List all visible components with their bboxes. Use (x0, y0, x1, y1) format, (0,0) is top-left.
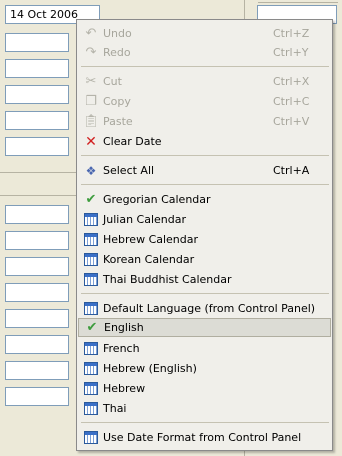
menu-item-use-date-format[interactable]: Use Date Format from Control Panel (78, 428, 331, 447)
text-field[interactable] (5, 361, 69, 380)
menu-item-label: Default Language (from Control Panel) (103, 302, 316, 315)
checkmark-icon: ✔ (85, 192, 97, 207)
menu-item-korean-calendar[interactable]: Korean Calendar (78, 250, 331, 269)
copy-icon: ❐ (85, 94, 97, 109)
menu-item-paste[interactable]: 📋︎ Paste Ctrl+V (78, 112, 331, 131)
menu-item-label: Korean Calendar (103, 253, 195, 266)
text-field[interactable] (5, 309, 69, 328)
menu-item-shortcut: Ctrl+C (273, 95, 310, 108)
calendar-icon (83, 361, 99, 377)
calendar-icon (83, 430, 99, 446)
undo-icon: ↶ (85, 26, 97, 41)
panel-divider (258, 2, 338, 3)
text-field[interactable] (5, 85, 69, 104)
calendar-icon (83, 301, 99, 317)
menu-item-cut[interactable]: ✂ Cut Ctrl+X (78, 72, 331, 91)
paste-icon: 📋︎ (82, 114, 100, 129)
context-menu: ↶ Undo Ctrl+Z ↷ Redo Ctrl+Y ✂ Cut Ctrl+X… (76, 19, 333, 451)
menu-item-hebrew-english[interactable]: Hebrew (English) (78, 359, 331, 378)
menu-item-label: English (104, 321, 144, 334)
select-all-icon: ❖ (85, 163, 97, 178)
text-field[interactable] (5, 205, 69, 224)
menu-item-french[interactable]: French (78, 339, 331, 358)
text-field[interactable] (5, 59, 69, 78)
menu-item-default-language[interactable]: Default Language (from Control Panel) (78, 299, 331, 318)
menu-item-julian-calendar[interactable]: Julian Calendar (78, 210, 331, 229)
group-divider (0, 172, 76, 173)
calendar-icon (83, 341, 99, 357)
menu-item-undo[interactable]: ↶ Undo Ctrl+Z (78, 24, 331, 43)
red-x-icon: ✕ (85, 133, 97, 150)
menu-item-label: Clear Date (103, 135, 162, 148)
menu-item-thai-buddhist-calendar[interactable]: Thai Buddhist Calendar (78, 270, 331, 289)
menu-item-label: Hebrew Calendar (103, 233, 199, 246)
scissors-icon: ✂ (85, 74, 97, 89)
menu-item-gregorian-calendar[interactable]: ✔ Gregorian Calendar (78, 190, 331, 209)
menu-item-thai[interactable]: Thai (78, 399, 331, 418)
menu-item-label: Select All (103, 164, 155, 177)
menu-item-english[interactable]: ✔ English (78, 318, 331, 337)
menu-item-label: Julian Calendar (103, 213, 186, 226)
menu-item-label: Cut (103, 75, 122, 88)
calendar-icon (83, 212, 99, 228)
text-field[interactable] (5, 335, 69, 354)
group-divider (0, 195, 76, 196)
text-field[interactable] (5, 33, 69, 52)
checkmark-icon: ✔ (86, 320, 98, 335)
menu-separator (81, 66, 329, 67)
menu-item-clear-date[interactable]: ✕ Clear Date (78, 132, 331, 151)
menu-item-hebrew-calendar[interactable]: Hebrew Calendar (78, 230, 331, 249)
text-field[interactable] (5, 111, 69, 130)
redo-icon: ↷ (85, 45, 97, 60)
menu-item-copy[interactable]: ❐ Copy Ctrl+C (78, 92, 331, 111)
menu-item-label: Thai Buddhist Calendar (103, 273, 232, 286)
menu-item-shortcut: Ctrl+Z (273, 27, 310, 40)
menu-item-label: Undo (103, 27, 132, 40)
menu-item-label: Redo (103, 46, 131, 59)
menu-item-label: Thai (103, 402, 127, 415)
menu-separator (81, 184, 329, 185)
menu-separator (81, 293, 329, 294)
menu-item-label: Paste (103, 115, 133, 128)
menu-item-label: Use Date Format from Control Panel (103, 431, 302, 444)
text-field[interactable] (5, 283, 69, 302)
menu-item-shortcut: Ctrl+X (273, 75, 310, 88)
calendar-icon (83, 232, 99, 248)
menu-item-label: Hebrew (English) (103, 362, 197, 375)
text-field[interactable] (5, 257, 69, 276)
menu-item-label: Hebrew (103, 382, 146, 395)
menu-item-redo[interactable]: ↷ Redo Ctrl+Y (78, 43, 331, 62)
menu-item-shortcut: Ctrl+V (273, 115, 310, 128)
menu-separator (81, 422, 329, 423)
menu-item-shortcut: Ctrl+Y (273, 46, 309, 59)
text-field[interactable] (5, 137, 69, 156)
text-field[interactable] (5, 387, 69, 406)
menu-item-label: Gregorian Calendar (103, 193, 211, 206)
menu-item-shortcut: Ctrl+A (273, 164, 310, 177)
calendar-icon (83, 272, 99, 288)
menu-item-hebrew[interactable]: Hebrew (78, 379, 331, 398)
menu-item-label: French (103, 342, 140, 355)
menu-item-select-all[interactable]: ❖ Select All Ctrl+A (78, 161, 331, 180)
calendar-icon (83, 401, 99, 417)
calendar-icon (83, 381, 99, 397)
text-field[interactable] (5, 231, 69, 250)
menu-separator (81, 155, 329, 156)
calendar-icon (83, 252, 99, 268)
menu-item-label: Copy (103, 95, 131, 108)
